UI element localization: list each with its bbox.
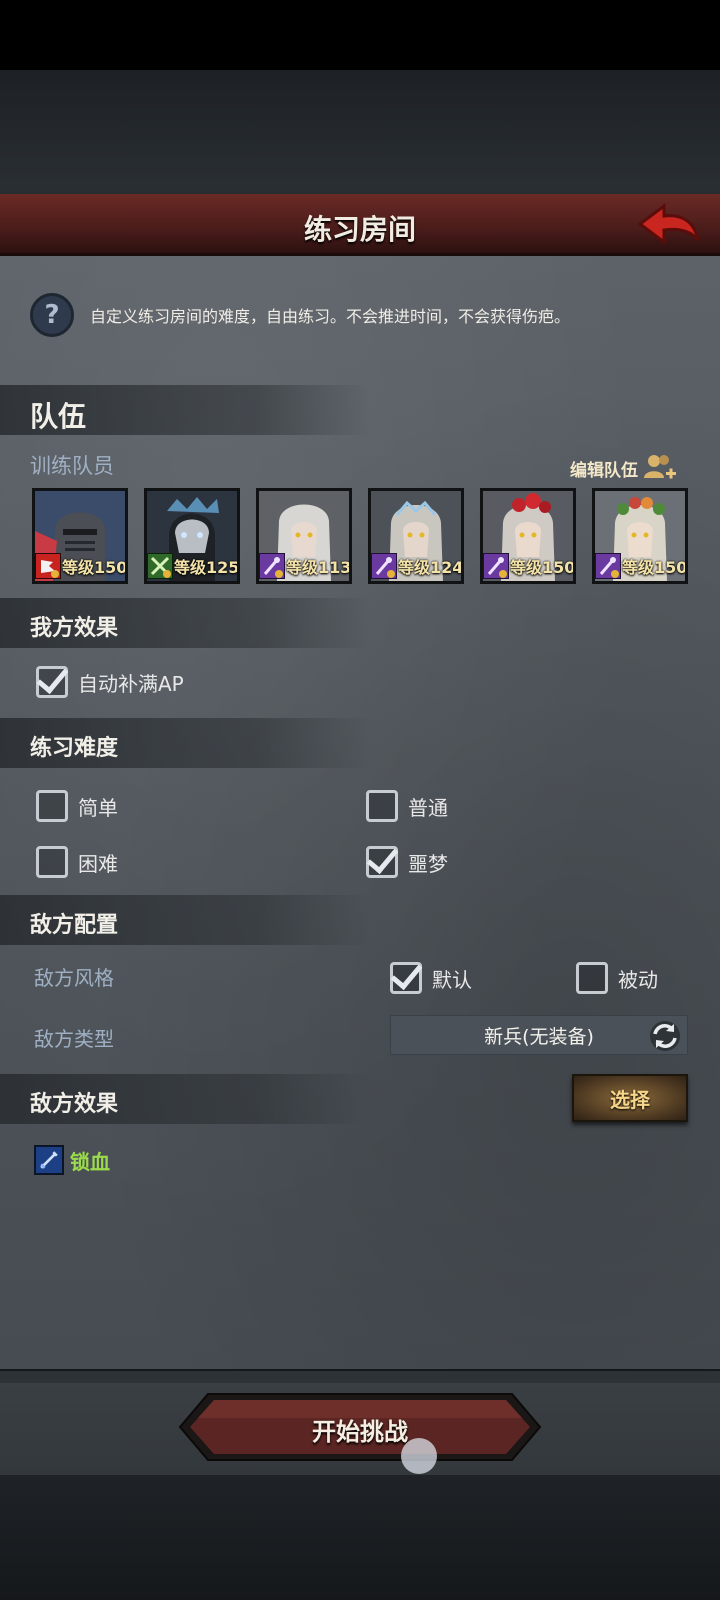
hero-card[interactable]: 等级150	[592, 488, 688, 584]
hero-level: 等级113	[286, 558, 352, 577]
difficulty-label: 困难	[78, 851, 118, 876]
hero-card[interactable]: 等级113	[256, 488, 352, 584]
difficulty-option-nightmare[interactable]: 噩梦	[366, 846, 448, 878]
status-bar-area	[0, 0, 720, 70]
hero-level: 等级124	[398, 558, 464, 577]
hero-card[interactable]: 等级125	[144, 488, 240, 584]
hero-level-row: 等级150	[595, 553, 685, 579]
checkbox[interactable]	[366, 846, 398, 878]
auto-ap-checkbox[interactable]: 自动补满AP	[36, 666, 184, 698]
hero-card[interactable]: 等级124	[368, 488, 464, 584]
hero-list: 等级150 等级125 等级113 等级124 等级150 等级150	[32, 488, 688, 584]
effect-label: 锁血	[70, 1149, 110, 1174]
crossed-swords-icon	[147, 553, 173, 579]
auto-ap-label: 自动补满AP	[78, 671, 184, 696]
info-text: 自定义练习房间的难度，自由练习。不会推进时间，不会获得伤疤。	[90, 307, 571, 326]
difficulty-label: 简单	[78, 795, 118, 820]
hero-level-row: 等级150	[483, 553, 573, 579]
staff-icon	[259, 553, 285, 579]
bottom-backdrop	[0, 1475, 720, 1600]
team-title: 队伍	[30, 400, 87, 433]
enemy-style-label: 敌方风格	[34, 966, 114, 990]
difficulty-title: 练习难度	[30, 736, 119, 761]
refresh-icon[interactable]	[647, 1018, 683, 1054]
checkbox[interactable]	[576, 962, 608, 994]
checkbox[interactable]	[36, 846, 68, 878]
hero-level: 等级125	[174, 558, 240, 577]
hero-level: 等级150	[622, 558, 688, 577]
difficulty-label: 普通	[408, 795, 448, 820]
enemy-type-selector[interactable]: 新兵(无装备)	[390, 1015, 688, 1055]
info-row: ? 自定义练习房间的难度，自由练习。不会推进时间，不会获得伤疤。	[30, 293, 570, 337]
page-title: 练习房间	[303, 213, 416, 246]
staff-icon	[483, 553, 509, 579]
hero-level: 等级150	[510, 558, 576, 577]
help-icon[interactable]: ?	[30, 293, 74, 337]
edit-team-button[interactable]: 编辑队伍	[570, 452, 676, 484]
select-label: 选择	[610, 1087, 650, 1112]
difficulty-option-easy[interactable]: 简单	[36, 790, 118, 822]
panel-divider	[0, 1369, 720, 1383]
start-challenge-button[interactable]: 开始挑战	[178, 1392, 542, 1462]
enemy-effects-title: 敌方效果	[30, 1092, 119, 1117]
enemy-type-label: 敌方类型	[34, 1027, 114, 1051]
our-effects-title: 我方效果	[30, 616, 119, 641]
enemy-type-value: 新兵(无装备)	[484, 1025, 594, 1048]
hero-level: 等级150	[62, 558, 128, 577]
sword-icon	[34, 1145, 64, 1175]
hero-level-row: 等级113	[259, 553, 349, 579]
hero-level-row: 等级125	[147, 553, 237, 579]
touch-indicator	[401, 1438, 437, 1474]
title-bar: 练习房间	[0, 194, 720, 256]
hero-card[interactable]: 等级150	[480, 488, 576, 584]
enemy-style-passive[interactable]: 被动	[576, 962, 658, 994]
checkbox[interactable]	[390, 962, 422, 994]
hero-level-row: 等级150	[35, 553, 125, 579]
enemy-style-option-label: 默认	[432, 967, 472, 992]
members-label: 训练队员	[30, 454, 114, 478]
hero-card[interactable]: 等级150	[32, 488, 128, 584]
select-effect-button[interactable]: 选择	[572, 1074, 688, 1122]
edit-team-label: 编辑队伍	[570, 460, 638, 481]
difficulty-label: 噩梦	[408, 851, 448, 876]
checkbox[interactable]	[36, 790, 68, 822]
difficulty-option-normal[interactable]: 普通	[366, 790, 448, 822]
enemy-style-default[interactable]: 默认	[390, 962, 472, 994]
team-edit-icon	[644, 455, 676, 479]
checkbox[interactable]	[36, 666, 68, 698]
flag-crest-icon	[35, 553, 61, 579]
hero-level-row: 等级124	[371, 553, 461, 579]
difficulty-option-hard[interactable]: 困难	[36, 846, 118, 878]
enemy-style-option-label: 被动	[618, 967, 658, 992]
staff-icon	[371, 553, 397, 579]
enemy-config-title: 敌方配置	[30, 913, 119, 938]
start-label: 开始挑战	[312, 1418, 408, 1446]
enemy-effect-item: 锁血	[34, 1145, 110, 1175]
back-arrow-icon[interactable]	[636, 202, 702, 246]
checkbox[interactable]	[366, 790, 398, 822]
staff-icon	[595, 553, 621, 579]
top-backdrop	[0, 70, 720, 194]
